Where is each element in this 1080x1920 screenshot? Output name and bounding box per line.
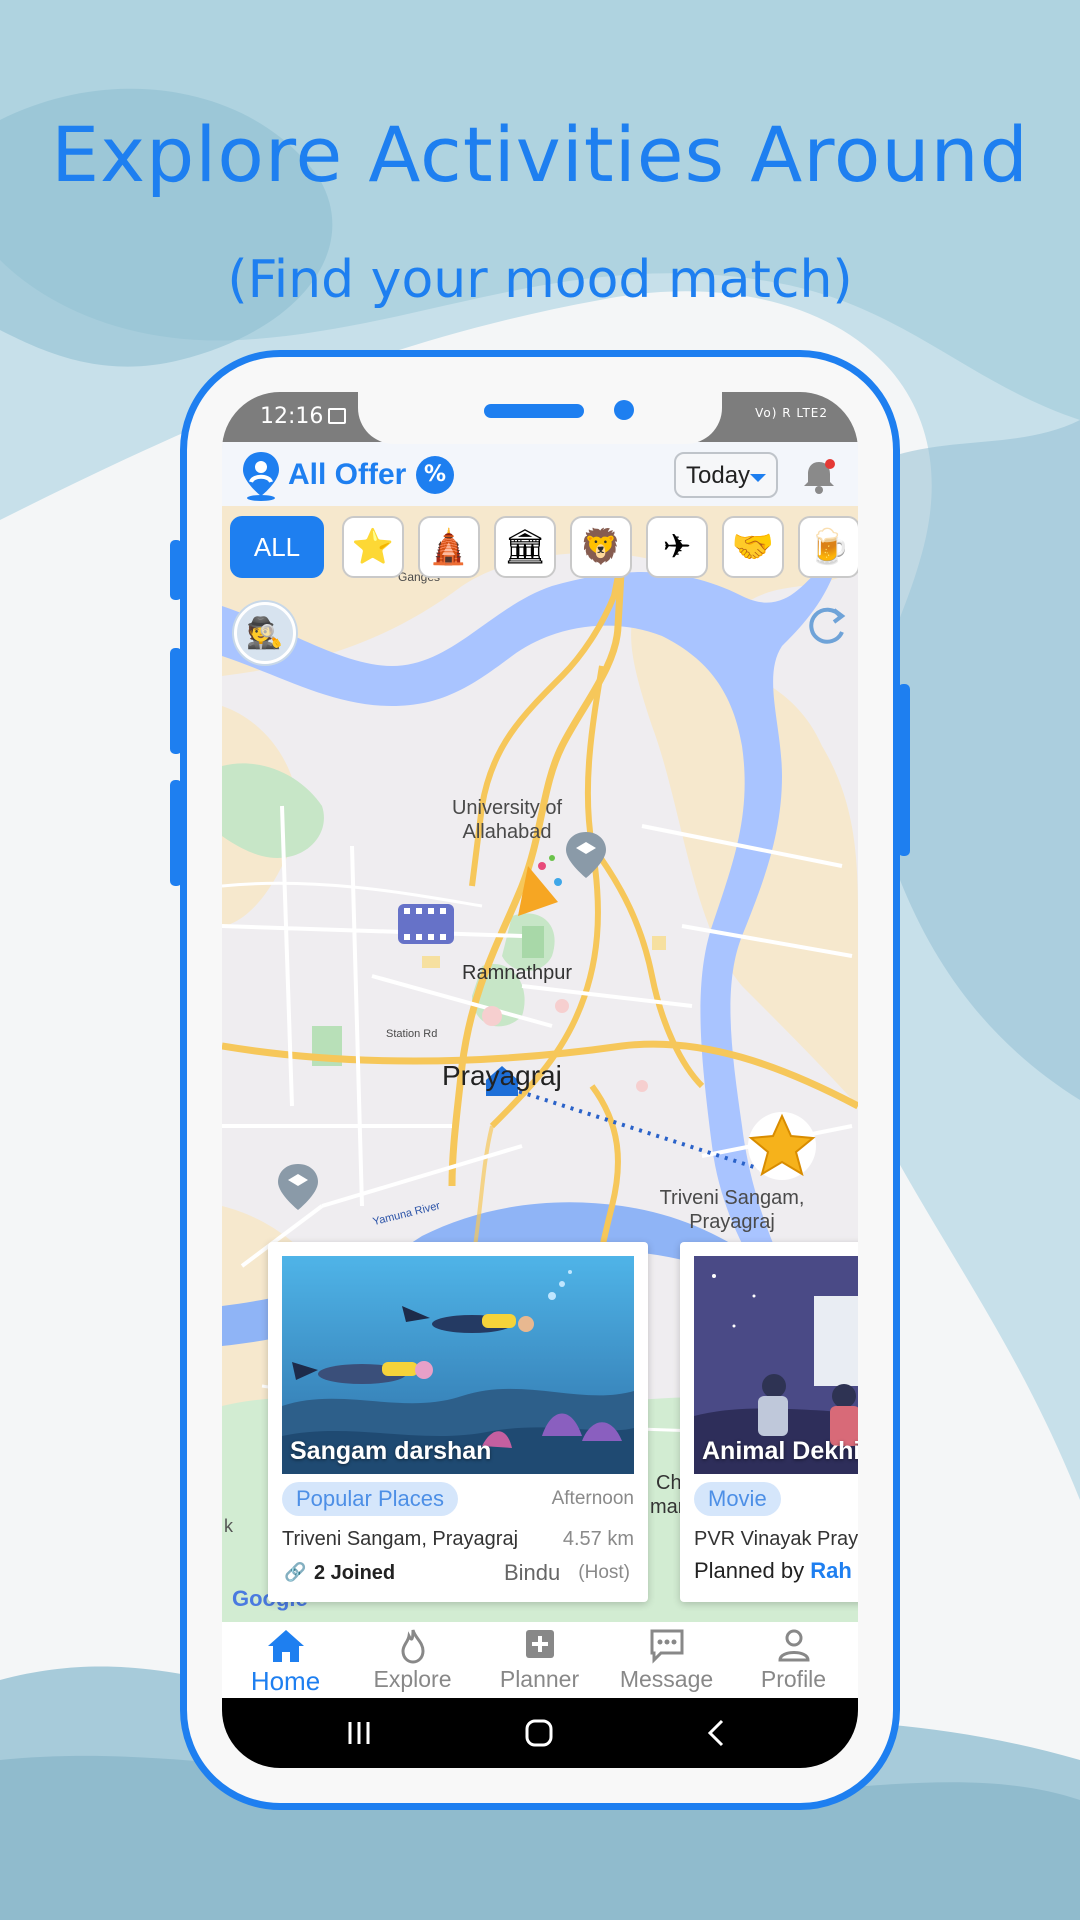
- location-pin-icon: [243, 452, 279, 501]
- app-title: All Offer: [288, 458, 407, 491]
- speaker-grille: [484, 404, 584, 418]
- recent-apps-icon[interactable]: [346, 1720, 372, 1746]
- pub-icon[interactable]: 🍺: [798, 516, 858, 578]
- joined-count: 2 Joined: [314, 1562, 396, 1584]
- system-navigation-bar: [222, 1698, 858, 1768]
- home-circle-icon[interactable]: [524, 1718, 554, 1748]
- date-filter-dropdown[interactable]: Today: [674, 452, 778, 498]
- map[interactable]: Ganges University of Allahabad Ramnathpu…: [222, 506, 858, 1622]
- category-all-chip[interactable]: ALL: [230, 516, 324, 578]
- flame-icon: [401, 1629, 425, 1664]
- meeting-icon[interactable]: 🤝: [722, 516, 784, 578]
- star-icon[interactable]: ⭐: [342, 516, 404, 578]
- detective-icon[interactable]: 🕵: [234, 602, 296, 664]
- bell-icon[interactable]: [800, 456, 838, 496]
- category-tag: Popular Places: [282, 1482, 458, 1516]
- nav-label: Home: [250, 1666, 321, 1696]
- museum-icon[interactable]: 🏛: [494, 516, 556, 578]
- map-label-station-rd: Station Rd: [386, 1028, 438, 1040]
- bottom-navigation: Home Explore Planner Message Profile: [222, 1622, 858, 1698]
- plus-square-icon: [526, 1630, 554, 1658]
- map-label-city: Prayagraj: [442, 1060, 562, 1091]
- profile-icon: [778, 1629, 810, 1662]
- nav-home[interactable]: Home: [222, 1622, 349, 1698]
- phone-screen: Ganges University of Allahabad Ramnathpu…: [222, 392, 858, 1768]
- camera-dot: [614, 400, 634, 420]
- activity-card[interactable]: Sangam darshan Popular Places Afternoon …: [268, 1242, 648, 1602]
- nav-label: Profile: [760, 1666, 827, 1692]
- app-header: All Offer % Today: [222, 442, 858, 506]
- nav-message[interactable]: Message: [603, 1622, 730, 1698]
- card-location: Triveni Sangam, Prayagraj: [282, 1528, 519, 1550]
- nav-explore[interactable]: Explore: [349, 1622, 476, 1698]
- map-label-partial: Ch: [656, 1472, 682, 1494]
- airplane-icon[interactable]: ✈: [646, 516, 708, 578]
- card-title: Animal Dekhi: [702, 1437, 858, 1465]
- card-title: Sangam darshan: [290, 1437, 492, 1465]
- message-icon: [650, 1629, 684, 1664]
- status-time: 12:16: [260, 404, 324, 429]
- home-icon: [268, 1630, 304, 1662]
- planner-name[interactable]: Rah: [810, 1558, 852, 1583]
- map-label-triveni: Triveni Sangam, Prayagraj: [659, 1187, 805, 1233]
- page-subtitle: (Find your mood match): [227, 250, 853, 310]
- category-filter-bar: ALL ⭐ 🛕 🏛 🦁 ✈ 🤝 🍺: [230, 516, 858, 578]
- category-tag: Movie: [694, 1482, 781, 1516]
- nav-profile[interactable]: Profile: [730, 1622, 857, 1698]
- temple-icon[interactable]: 🛕: [418, 516, 480, 578]
- card-location: PVR Vinayak Pray: [694, 1528, 858, 1550]
- image-icon: [328, 408, 346, 424]
- map-label-ramnathpur: Ramnathpur: [462, 962, 573, 984]
- planned-by: Planned by Rah: [694, 1558, 852, 1584]
- card-distance: 4.57 km: [562, 1528, 634, 1550]
- link-icon: 🔗: [284, 1562, 307, 1583]
- percent-badge-icon: %: [416, 456, 454, 494]
- planned-by-prefix: Planned by: [694, 1558, 805, 1583]
- map-label-university: University of Allahabad: [451, 797, 563, 843]
- refresh-icon[interactable]: [800, 600, 852, 652]
- date-filter-value: Today: [686, 462, 751, 489]
- time-of-day: Afternoon: [551, 1488, 634, 1509]
- chevron-down-icon: [750, 474, 766, 482]
- map-label-partial: k: [224, 1516, 233, 1536]
- page-title: Explore Activities Around: [51, 110, 1029, 199]
- nav-planner[interactable]: Planner: [476, 1622, 603, 1698]
- status-icons: Vo) R LTE2: [755, 406, 828, 420]
- nav-label: Message: [619, 1666, 714, 1692]
- host-name: Bindu: [504, 1560, 561, 1585]
- camera-notch: [358, 392, 722, 444]
- activity-card[interactable]: Animal Dekhi Movie PVR Vinayak Pray Plan…: [680, 1242, 858, 1602]
- nav-label: Explore: [373, 1666, 452, 1692]
- card-image-diving: Sangam darshan: [282, 1256, 634, 1474]
- card-image-cinema: Animal Dekhi: [694, 1256, 858, 1474]
- zoo-icon[interactable]: 🦁: [570, 516, 632, 578]
- host-label: (Host): [578, 1562, 630, 1583]
- nav-label: Planner: [499, 1666, 580, 1692]
- back-icon[interactable]: [706, 1718, 726, 1748]
